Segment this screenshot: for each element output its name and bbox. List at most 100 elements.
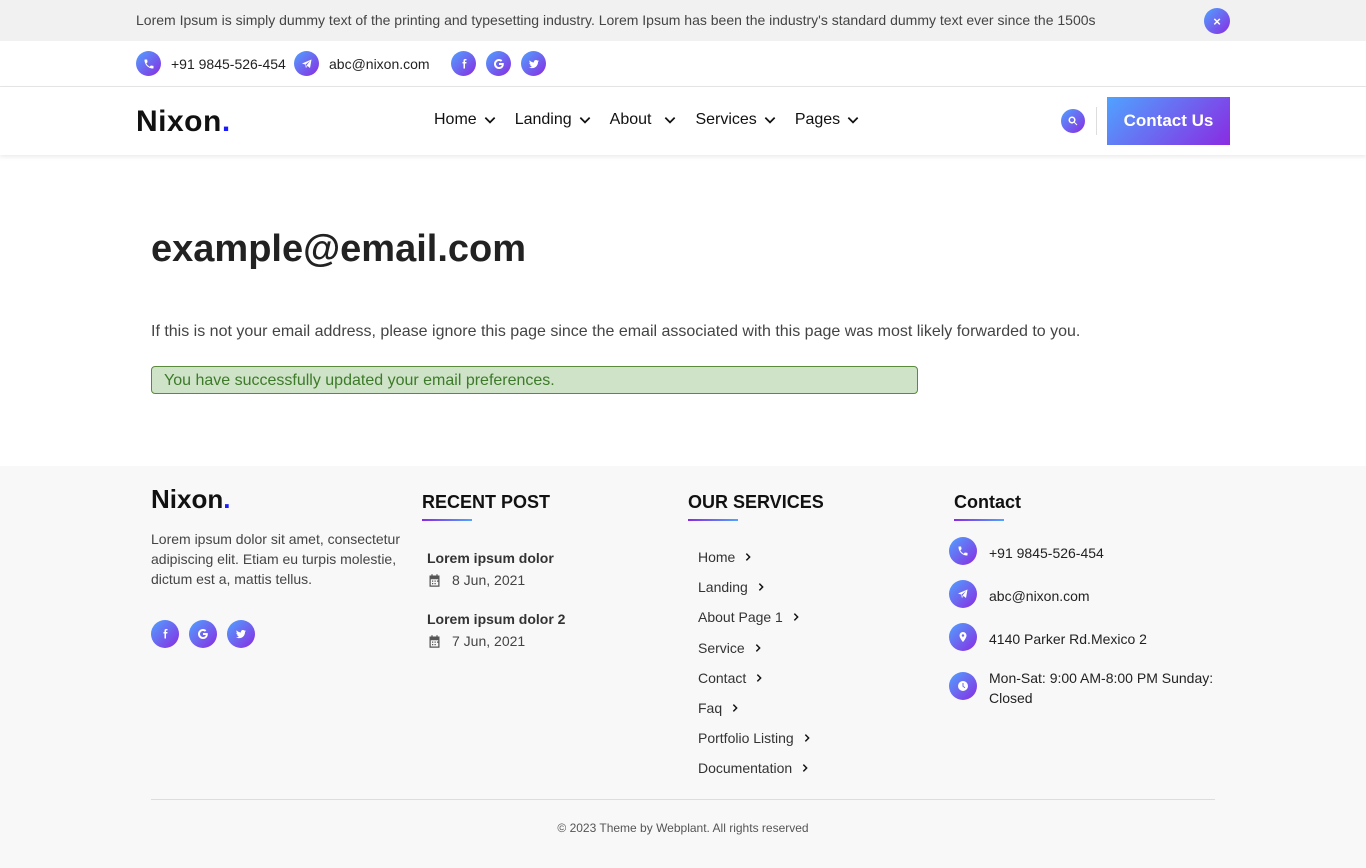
phone-icon (136, 51, 161, 76)
telegram-icon (294, 51, 319, 76)
nav-item-landing[interactable]: Landing (515, 111, 592, 129)
twitter-icon[interactable] (227, 620, 255, 648)
topbar-email[interactable]: abc@nixon.com (294, 51, 430, 76)
google-icon[interactable] (189, 620, 217, 648)
chevron-right-icon (793, 613, 799, 622)
footer-phone-text: +91 9845-526-454 (989, 545, 1104, 561)
nav-item-label: Home (434, 111, 477, 128)
chevron-down-icon (579, 117, 590, 124)
service-link-faq[interactable]: Faq (698, 693, 812, 723)
clock-icon (949, 672, 977, 700)
brand-logo[interactable]: Nixon. (136, 105, 231, 139)
nav-item-label: Services (695, 111, 757, 128)
facebook-icon[interactable] (151, 620, 179, 648)
brand-name: Nixon (136, 105, 222, 138)
chevron-right-icon (755, 643, 761, 652)
service-link-label: Faq (698, 700, 723, 717)
service-link-label: Documentation (698, 760, 793, 777)
topbar-social (451, 51, 546, 76)
copyright-text: © 2023 Theme by Webplant. All rights res… (557, 821, 809, 835)
notice-bar: Lorem Ipsum is simply dummy text of the … (0, 0, 1366, 41)
topbar-phone-text: +91 9845-526-454 (171, 55, 286, 72)
twitter-icon[interactable] (521, 51, 546, 76)
chevron-right-icon (746, 553, 752, 561)
post-date: 8 Jun, 2021 (427, 572, 554, 588)
footer-email-text: abc@nixon.com (989, 588, 1090, 604)
service-link-contact[interactable]: Contact (698, 663, 812, 693)
post-date: 7 Jun, 2021 (427, 633, 565, 649)
post-date-text: 7 Jun, 2021 (452, 633, 526, 649)
chevron-right-icon (732, 704, 738, 712)
footer-social (151, 620, 255, 648)
footer-logo[interactable]: Nixon. (151, 484, 230, 515)
service-link-service[interactable]: Service (698, 633, 812, 663)
chevron-down-icon (484, 117, 495, 124)
recent-post-heading: RECENT POST (422, 492, 550, 521)
footer: Nixon. Lorem ipsum dolor sit amet, conse… (0, 466, 1366, 868)
recent-post-item[interactable]: Lorem ipsum dolor 8 Jun, 2021 (427, 550, 554, 588)
nav-divider (1096, 107, 1097, 135)
location-pin-icon (949, 623, 977, 651)
footer-brand-dot: . (223, 484, 231, 514)
service-link-label: Home (698, 549, 736, 566)
nav-item-label: Pages (794, 111, 841, 128)
service-link-about-page-1[interactable]: About Page 1 (698, 602, 812, 632)
footer-brand-name: Nixon (151, 484, 224, 514)
telegram-icon (949, 580, 977, 608)
search-icon (1068, 116, 1078, 126)
google-icon[interactable] (486, 51, 511, 76)
chevron-right-icon (757, 673, 762, 682)
brand-dot: . (221, 105, 231, 138)
chevron-down-icon (665, 117, 676, 124)
footer-contact-phone[interactable]: +91 9845-526-454 (949, 537, 1104, 565)
nav-menu: Home Landing About Services Pages (434, 111, 860, 129)
chevron-down-icon (764, 117, 776, 124)
contact-us-button[interactable]: Contact Us (1107, 97, 1230, 145)
post-title: Lorem ipsum dolor (427, 550, 554, 566)
service-link-documentation[interactable]: Documentation (698, 753, 812, 783)
facebook-icon[interactable] (451, 51, 476, 76)
nav-item-services[interactable]: Services (695, 111, 776, 129)
calendar-icon (429, 634, 440, 648)
notice-close-button[interactable]: × (1204, 8, 1230, 34)
service-link-label: About Page 1 (698, 609, 783, 626)
contact-strip: +91 9845-526-454 abc@nixon.com (0, 41, 1366, 87)
chevron-down-icon (847, 117, 859, 124)
phone-icon (949, 537, 977, 565)
topbar-email-text: abc@nixon.com (329, 55, 430, 72)
post-title: Lorem ipsum dolor 2 (427, 611, 566, 627)
search-button[interactable] (1061, 109, 1085, 133)
main-navbar: Nixon. Home Landing About Services Pages… (0, 87, 1366, 155)
footer-contact-address: 4140 Parker Rd.Mexico 2 (949, 623, 1147, 651)
footer-contact-email[interactable]: abc@nixon.com (949, 580, 1090, 608)
service-link-portfolio-listing[interactable]: Portfolio Listing (698, 723, 812, 753)
notice-text: Lorem Ipsum is simply dummy text of the … (136, 12, 1096, 28)
contact-heading: Contact (954, 492, 1021, 521)
nav-item-about[interactable]: About (610, 111, 678, 129)
service-link-landing[interactable]: Landing (698, 572, 812, 602)
service-link-home[interactable]: Home (698, 542, 812, 572)
our-services-heading: OUR SERVICES (688, 492, 824, 521)
topbar-phone[interactable]: +91 9845-526-454 (136, 51, 286, 76)
nav-item-home[interactable]: Home (434, 111, 497, 129)
calendar-icon (429, 573, 440, 587)
services-list: Home Landing About Page 1 Service Contac… (698, 542, 812, 784)
nav-item-label: Landing (514, 111, 572, 128)
service-link-label: Service (698, 639, 745, 656)
chevron-right-icon (804, 734, 810, 743)
service-link-label: Contact (698, 669, 747, 686)
page-info-text: If this is not your email address, pleas… (151, 323, 1081, 340)
post-date-text: 8 Jun, 2021 (452, 572, 526, 588)
footer-about-text: Lorem ipsum dolor sit amet, consectetur … (151, 531, 400, 587)
nav-item-pages[interactable]: Pages (795, 111, 860, 129)
footer-divider (151, 799, 1215, 800)
footer-hours-text: Mon-Sat: 9:00 AM-8:00 PM Sunday: Closed (989, 670, 1214, 706)
chevron-right-icon (802, 764, 808, 773)
footer-address-text: 4140 Parker Rd.Mexico 2 (989, 631, 1147, 647)
service-link-label: Portfolio Listing (698, 730, 794, 747)
chevron-right-icon (758, 583, 764, 592)
footer-contact-hours: Mon-Sat: 9:00 AM-8:00 PM Sunday: Closed (949, 670, 1225, 708)
recent-post-item[interactable]: Lorem ipsum dolor 2 7 Jun, 2021 (427, 611, 565, 649)
page-title: example@email.com (151, 228, 527, 270)
nav-item-label: About (609, 111, 652, 128)
